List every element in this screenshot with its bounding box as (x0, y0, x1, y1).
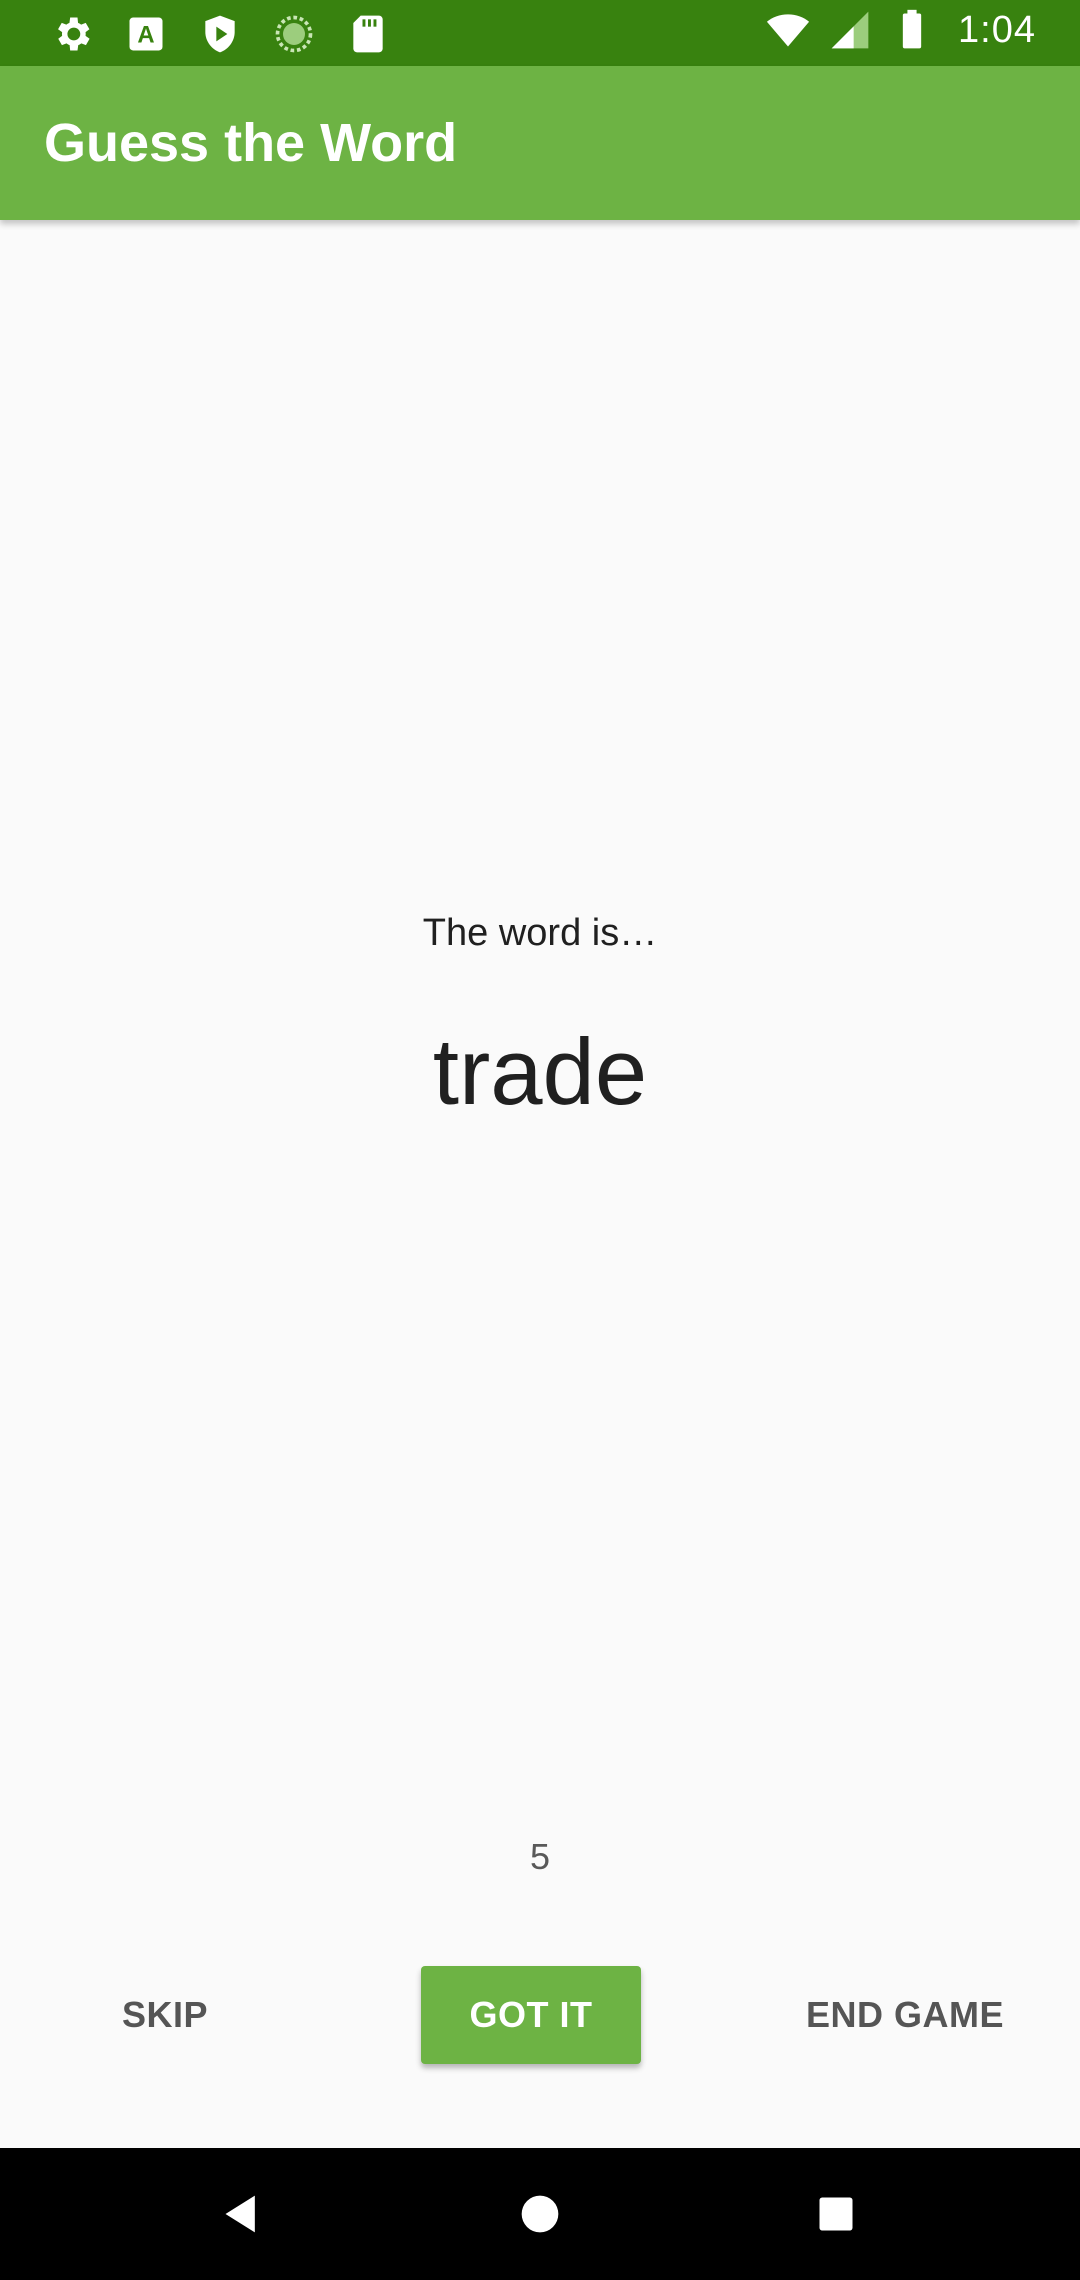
end-game-button[interactable]: END GAME (780, 1966, 1030, 2064)
gear-icon (58, 17, 90, 51)
font-a-icon: A (129, 17, 163, 51)
app-title: Guess the Word (44, 113, 458, 173)
current-word: trade (432, 1019, 648, 1124)
shield-play-icon (205, 15, 235, 53)
navigation-bar (0, 2148, 1080, 2280)
app-bar: Guess the Word (0, 66, 1080, 220)
status-time: 1:04 (958, 8, 1036, 51)
battery-icon (902, 9, 922, 49)
status-bar-notifications: A (50, 12, 390, 56)
skip-button[interactable]: SKIP (80, 1966, 250, 2064)
wifi-icon (766, 14, 810, 47)
sd-card-icon (353, 15, 383, 53)
screen: A 1:04 Guess the Word The word is… trade… (0, 0, 1080, 2280)
signal-icon (831, 11, 869, 49)
loading-circle-icon (275, 15, 313, 53)
word-label: The word is… (422, 912, 658, 954)
got-it-button[interactable]: GOT IT (421, 1966, 641, 2064)
recents-icon[interactable] (814, 2192, 858, 2236)
status-bar-system: 1:04 (766, 8, 1036, 52)
home-icon[interactable] (518, 2192, 562, 2236)
score-value: 5 (529, 1836, 551, 1877)
svg-text:A: A (137, 21, 154, 48)
status-bar: A 1:04 (0, 0, 1080, 66)
back-icon[interactable] (220, 2192, 264, 2236)
